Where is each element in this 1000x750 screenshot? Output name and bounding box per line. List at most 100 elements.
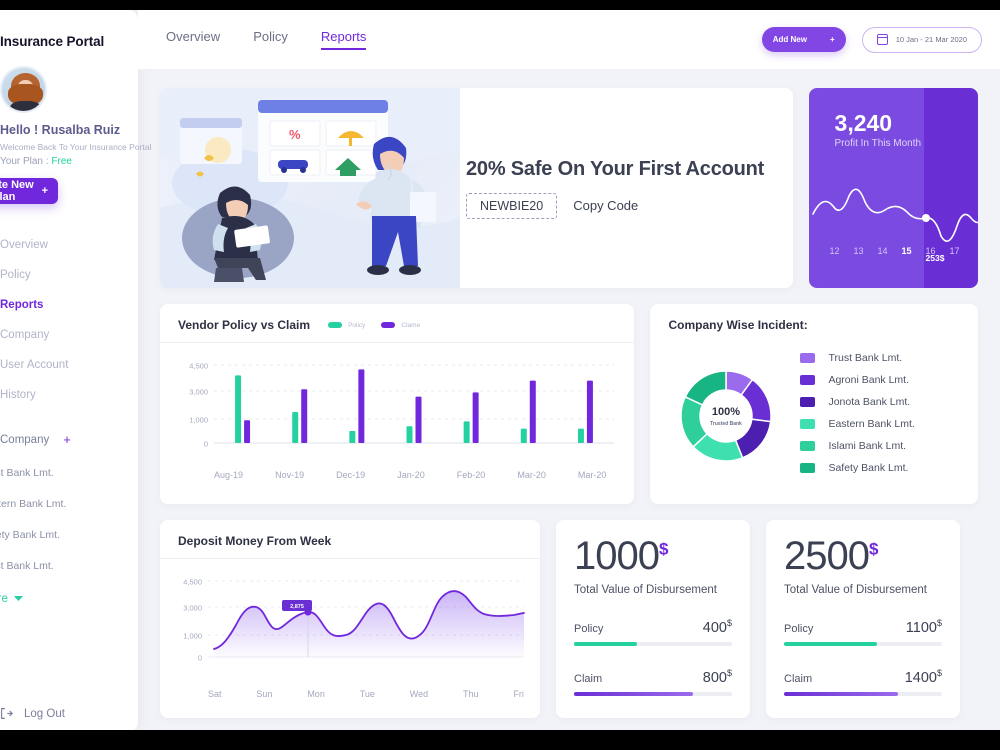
- metric-policy: Policy 400$: [574, 618, 732, 646]
- list-item[interactable]: Safety Bank Lmt.: [0, 519, 138, 550]
- axis-tick: Nov-19: [275, 470, 305, 480]
- bar-chart-body: 0 1,000 3,000 4,500 Aug-19 Nov-19 Dec-19 Ja…: [160, 343, 634, 480]
- company-section-label: Company: [0, 433, 50, 446]
- donut-legend: Trust Bank Lmt. Agroni Bank Lmt. Jonota …: [784, 344, 915, 494]
- legend-swatch: [800, 463, 816, 473]
- metric-label: Policy: [574, 622, 604, 635]
- add-new-button[interactable]: Add New +: [761, 27, 846, 52]
- sidebar-nav: Overview Policy Reports Company User Acc…: [0, 230, 138, 410]
- legend-swatch: [800, 397, 816, 407]
- company-name: Trust Bank Lmt.: [0, 466, 54, 479]
- svg-text:4,500: 4,500: [183, 578, 202, 587]
- profit-label: Profit In This Month: [834, 138, 922, 149]
- see-more-button[interactable]: See More: [0, 593, 138, 605]
- sidebar-item-company[interactable]: Company: [0, 320, 138, 350]
- logout-button[interactable]: Log Out: [0, 707, 65, 720]
- legend-item: Agroni Bank Lmt.: [800, 374, 914, 386]
- metric-value-container: 400$: [703, 618, 732, 636]
- screenshot-frame: Insurance Portal Hello ! Rusalba Ruiz We…: [0, 0, 1000, 750]
- legend-item: Trust Bank Lmt.: [800, 352, 914, 364]
- sidebar-item-reports[interactable]: Reports: [0, 290, 138, 320]
- legend-item: Safety Bank Lmt.: [800, 462, 914, 474]
- create-new-plan-label: Create New Plan: [0, 179, 34, 203]
- currency-symbol: $: [868, 539, 879, 559]
- donut-chart-plot: 100% Trusted Bank: [680, 370, 773, 462]
- axis-tick: 12: [829, 246, 840, 256]
- sidebar-item-policy[interactable]: Policy: [0, 260, 138, 290]
- legend-label: Trust Bank Lmt.: [828, 352, 903, 364]
- svg-text:4,500: 4,500: [189, 362, 208, 371]
- list-item[interactable]: Trust Bank Lmt.: [0, 457, 138, 488]
- promo-code[interactable]: NEWBIE20: [466, 192, 558, 219]
- welcome-text: Welcome Back To Your Insurance Portal: [0, 142, 152, 152]
- add-company-icon[interactable]: +: [63, 432, 71, 447]
- axis-tick: Mar-20: [577, 470, 607, 480]
- axis-tick: Feb-20: [456, 470, 486, 480]
- progress-track: [784, 641, 942, 646]
- legend-label: Jonota Bank Lmt.: [828, 396, 911, 408]
- line-chart-body: 0 1,000 3,000 4,500 2,875 Sat Sun Mon Tue We…: [160, 559, 540, 699]
- axis-tick: Jan-20: [397, 470, 425, 480]
- profit-value: 3,240: [834, 110, 893, 136]
- bottom-row: Deposit Money From Week 0 1,000 3,000 4,500…: [160, 520, 978, 718]
- bar-chart-legend: Policy Clame: [328, 322, 420, 329]
- bar-chart-x-axis: Aug-19 Nov-19 Dec-19 Jan-20 Feb-20 Mar-2…: [170, 470, 620, 480]
- sidebar-item-history[interactable]: History: [0, 380, 138, 410]
- sidebar: Insurance Portal Hello ! Rusalba Ruiz We…: [0, 10, 152, 732]
- axis-tick: 15: [901, 246, 912, 256]
- progress-track: [574, 691, 732, 696]
- plan-status: Your Plan : Free: [0, 156, 138, 167]
- user-avatar[interactable]: [0, 66, 47, 113]
- svg-text:1,000: 1,000: [189, 416, 208, 425]
- date-range-label: 10 Jan - 21 Mar 2020: [895, 35, 967, 44]
- line-chart-x-axis: Sat Sun Mon Tue Wed Thu Fri: [170, 689, 530, 699]
- axis-tick: 16: [925, 246, 936, 256]
- metric-row: Policy 1100$: [784, 618, 942, 636]
- copy-code-button[interactable]: Copy Code: [573, 198, 638, 213]
- stat-value: 2500: [784, 534, 870, 578]
- bar-chart-title: Vendor Policy vs Claim: [178, 318, 311, 332]
- axis-tick: Tue: [359, 689, 375, 699]
- metric-value: 800: [702, 669, 727, 686]
- plus-icon: +: [41, 185, 48, 197]
- svg-text:Trusted Bank: Trusted Bank: [711, 421, 743, 427]
- sidebar-item-overview[interactable]: Overview: [0, 230, 138, 260]
- tab-reports[interactable]: Reports: [320, 29, 367, 50]
- legend-item: Islami Bank Lmt.: [800, 440, 914, 452]
- calendar-icon: [876, 34, 888, 45]
- donut-header: Company Wise Incident:: [650, 304, 978, 332]
- metric-value: 400: [702, 619, 727, 636]
- donut-chart-title: Company Wise Incident:: [668, 318, 808, 332]
- axis-tick: Sun: [256, 689, 273, 699]
- dashboard-content: % 20% Safe On Your First Account NEWBIE2…: [138, 70, 1000, 718]
- svg-text:%: %: [289, 127, 301, 142]
- tab-overview[interactable]: Overview: [166, 29, 220, 50]
- legend-swatch-clame: [381, 322, 396, 328]
- line-chart-title: Deposit Money From Week: [178, 534, 332, 548]
- disbursement-card-1: 1000$ Total Value of Disbursement Policy…: [556, 520, 750, 718]
- metric-value: 1100: [905, 619, 937, 636]
- currency-symbol: $: [936, 618, 942, 628]
- chevron-down-icon: [13, 596, 23, 601]
- progress-fill: [784, 641, 878, 646]
- legend-item-policy: Policy: [328, 322, 365, 329]
- logout-icon: [1, 708, 13, 719]
- list-item[interactable]: Eastern Bank Lmt.: [0, 488, 138, 519]
- metric-value: 1400: [904, 669, 937, 686]
- axis-tick: Mar-20: [517, 470, 546, 480]
- bar-chart-header: Vendor Policy vs Claim Policy Clame: [160, 304, 635, 343]
- date-range-picker[interactable]: 10 Jan - 21 Mar 2020: [861, 26, 982, 53]
- metric-label: Claim: [784, 672, 813, 685]
- tab-policy[interactable]: Policy: [253, 29, 288, 50]
- legend-label: Safety Bank Lmt.: [828, 462, 909, 474]
- donut-body: 100% Trusted Bank Trust Bank Lmt. Agroni …: [650, 332, 978, 494]
- legend-swatch: [800, 441, 816, 451]
- legend-label: Eastern Bank Lmt.: [828, 418, 915, 430]
- create-new-plan-button[interactable]: Create New Plan +: [0, 178, 58, 204]
- legend-item: Jonota Bank Lmt.: [800, 396, 914, 408]
- axis-tick: Aug-19: [214, 470, 244, 480]
- sidebar-item-user-account[interactable]: User Account: [0, 350, 138, 380]
- list-item[interactable]: Trust Bank Lmt.: [0, 550, 138, 581]
- line-chart-header: Deposit Money From Week: [160, 520, 540, 559]
- legend-swatch: [800, 353, 816, 363]
